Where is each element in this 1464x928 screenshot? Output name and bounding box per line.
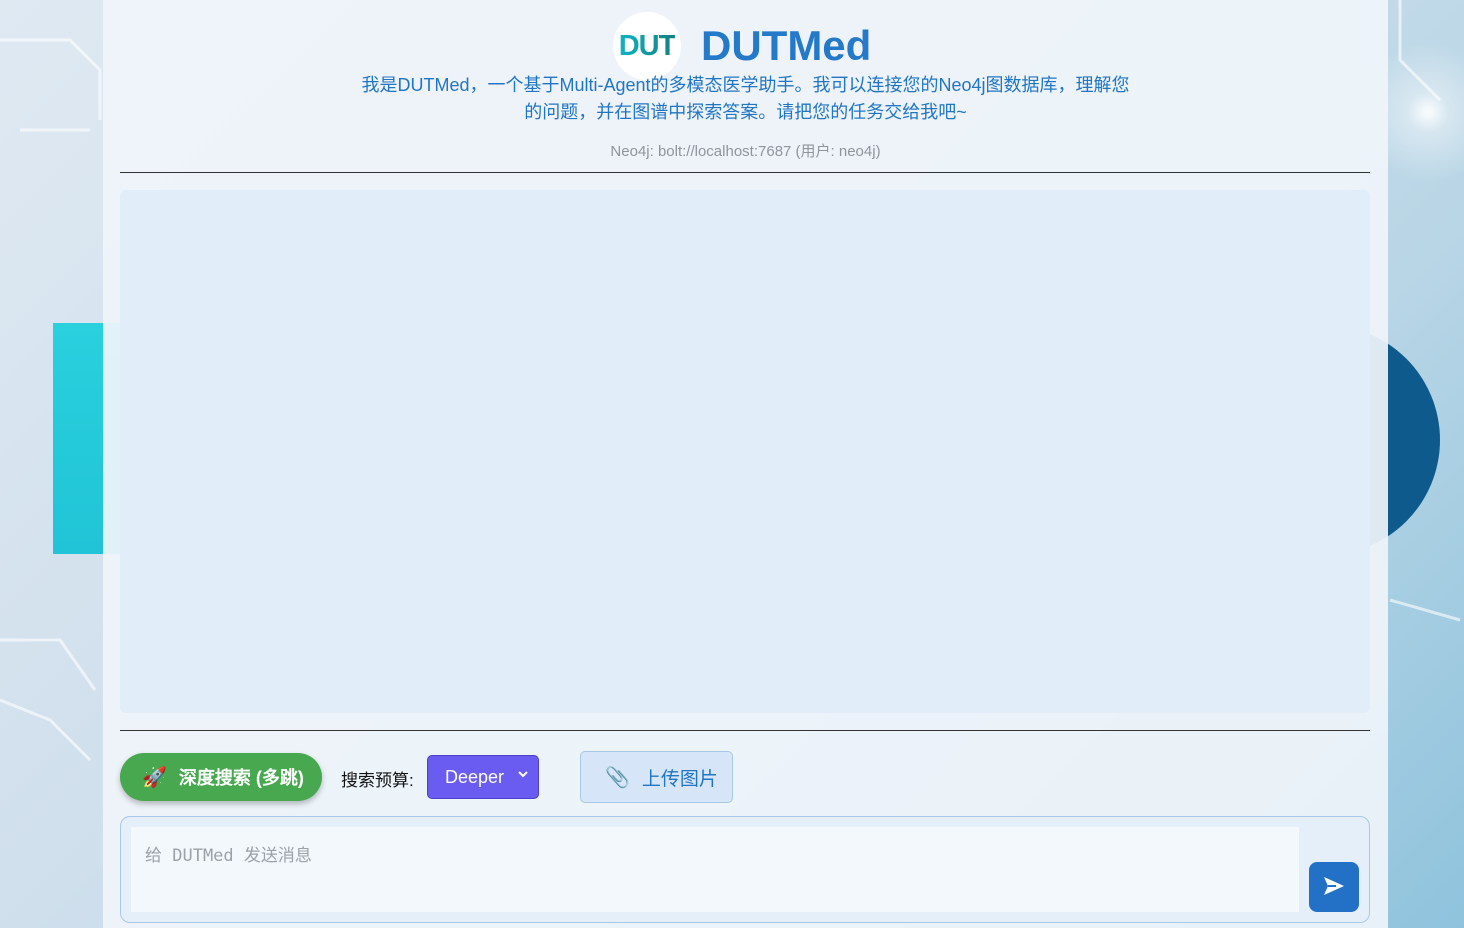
main-panel: DUT DUTMed 我是DUTMed，一个基于Multi-Agent的多模态医… (103, 0, 1388, 928)
message-input[interactable] (131, 827, 1299, 912)
paperclip-icon: 📎 (605, 766, 630, 789)
input-toolbar: 🚀 深度搜索 (多跳) 搜索预算: Deeper 📎 上传图片 (120, 751, 1370, 803)
send-button[interactable] (1309, 862, 1359, 912)
neo4j-connection-info: Neo4j: bolt://localhost:7687 (用户: neo4j) (610, 143, 881, 160)
search-budget-select[interactable]: Deeper (427, 755, 539, 799)
search-budget-value: Deeper (445, 766, 505, 787)
upload-image-label: 上传图片 (641, 768, 718, 790)
title-row: DUT DUTMed (613, 12, 871, 80)
upload-image-button[interactable]: 📎 上传图片 (580, 751, 733, 803)
chevron-down-icon (517, 768, 529, 783)
top-divider (120, 172, 1370, 173)
chat-messages-area[interactable] (120, 190, 1370, 713)
search-budget-label: 搜索预算: (341, 771, 414, 790)
deep-search-button[interactable]: 🚀 深度搜索 (多跳) (120, 753, 322, 801)
send-arrow-icon (1322, 875, 1346, 900)
app-title: DUTMed (701, 22, 872, 69)
app-subtitle: 我是DUTMed，一个基于Multi-Agent的多模态医学助手。我可以连接您的… (361, 75, 1130, 122)
bottom-divider (120, 730, 1370, 731)
rocket-icon: 🚀 (142, 766, 167, 789)
dut-logo: DUT (613, 12, 681, 80)
message-composer (120, 816, 1370, 923)
deep-search-label: 深度搜索 (多跳) (178, 768, 304, 788)
